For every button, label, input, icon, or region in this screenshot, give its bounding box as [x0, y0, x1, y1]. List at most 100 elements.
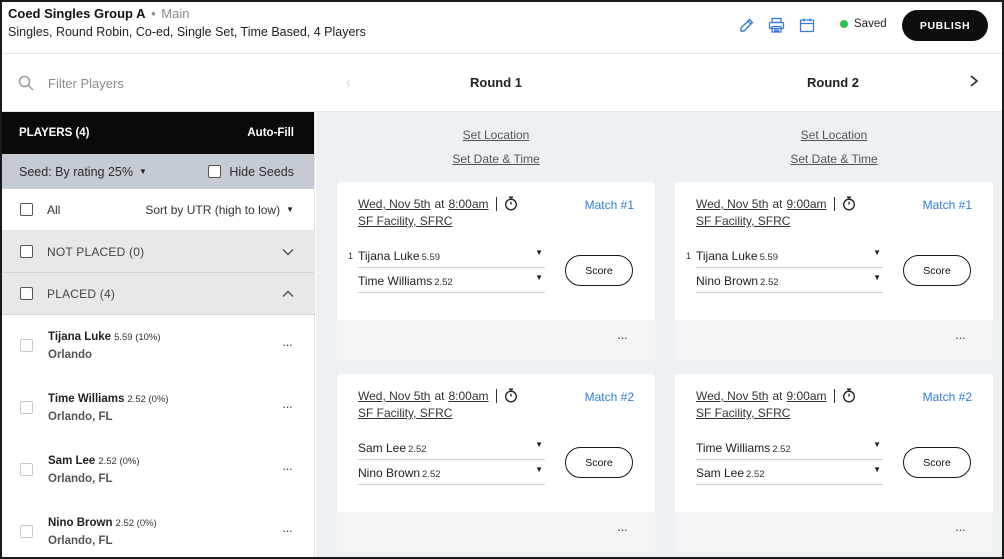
search-icon [18, 75, 34, 91]
match-number[interactable]: Match #1 [585, 198, 634, 212]
score-button[interactable]: Score [903, 255, 971, 286]
more-options-icon[interactable]: ··· [282, 523, 293, 538]
event-title: Coed Singles Group A [8, 6, 146, 21]
player-slot-dropdown[interactable]: Time Williams 2.52 ▼ [358, 270, 545, 293]
chevron-up-icon[interactable] [282, 289, 294, 298]
player-slot-dropdown[interactable]: Nino Brown 2.52 ▼ [358, 462, 545, 485]
more-options-icon[interactable]: ··· [955, 330, 966, 345]
seed-dropdown[interactable]: Seed: By rating 25% ▼ [19, 165, 147, 179]
player-name-row: Time Williams 2.52 (0%) [48, 393, 169, 405]
player-name-row: Sam Lee 2.52 (0%) [48, 455, 140, 467]
calendar-icon[interactable] [799, 17, 817, 35]
match-at: at [434, 196, 445, 211]
match-number[interactable]: Match #2 [585, 390, 634, 404]
player-checkbox[interactable] [20, 401, 33, 414]
slot-player-rating: 2.52 [434, 277, 453, 288]
match-date[interactable]: Wed, Nov 5th [358, 389, 430, 403]
player-checkbox[interactable] [20, 339, 33, 352]
match-date[interactable]: Wed, Nov 5th [696, 389, 768, 403]
match-time[interactable]: 9:00am [787, 197, 827, 211]
player-name: Tijana Luke [48, 331, 112, 343]
match-card-footer: ··· [337, 512, 655, 552]
player-slot-dropdown[interactable]: Nino Brown 2.52 ▼ [696, 270, 883, 293]
score-button[interactable]: Score [565, 255, 633, 286]
not-placed-group[interactable]: NOT PLACED (0) [2, 231, 314, 273]
printer-icon[interactable] [768, 17, 786, 35]
match-time[interactable]: 8:00am [449, 197, 489, 211]
set-location-link[interactable]: Set Location [337, 128, 655, 142]
match-date[interactable]: Wed, Nov 5th [696, 197, 768, 211]
more-options-icon[interactable]: ··· [955, 522, 966, 537]
pencil-icon[interactable] [739, 17, 757, 35]
slot-player: Tijana Luke 5.59 [696, 249, 778, 263]
player-item[interactable]: Tijana Luke 5.59 (10%) Orlando ··· [2, 315, 314, 377]
player-slot-dropdown[interactable]: Sam Lee 2.52 ▼ [358, 437, 545, 460]
auto-fill-button[interactable]: Auto-Fill [247, 127, 294, 139]
player-name: Nino Brown [48, 517, 113, 529]
match-schedule: Wed, Nov 5th at 8:00am [358, 388, 518, 403]
more-options-icon[interactable]: ··· [282, 399, 293, 414]
slot-player-rating: 5.59 [759, 252, 779, 263]
score-button[interactable]: Score [565, 447, 633, 478]
slot-player-name: Sam Lee [358, 441, 407, 455]
divider [833, 196, 835, 211]
slot-player-name: Time Williams [358, 274, 433, 288]
hide-seeds-toggle[interactable]: Hide Seeds [208, 165, 294, 179]
placed-group[interactable]: PLACED (4) [2, 273, 314, 315]
match-time[interactable]: 9:00am [787, 389, 827, 403]
player-slot-dropdown[interactable]: Time Williams 2.52 ▼ [696, 437, 883, 460]
players-count-label: PLAYERS (4) [19, 127, 90, 139]
player-item[interactable]: Nino Brown 2.52 (0%) Orlando, FL ··· [2, 501, 314, 557]
player-slot-dropdown[interactable]: 1 Tijana Luke 5.59 ▼ [348, 245, 545, 268]
player-rating: 5.59 (10%) [114, 332, 161, 343]
more-options-icon[interactable]: ··· [617, 522, 628, 537]
match-facility[interactable]: SF Facility, SFRC [358, 214, 452, 228]
match-date[interactable]: Wed, Nov 5th [358, 197, 430, 211]
header: Coed Singles Group A • Main Singles, Rou… [2, 2, 1002, 54]
slot-player: Nino Brown 2.52 [358, 466, 441, 480]
chevron-down-icon[interactable] [282, 248, 294, 256]
select-all-row: All Sort by UTR (high to low) ▼ [2, 189, 314, 231]
player-slot-dropdown[interactable]: Sam Lee 2.52 ▼ [696, 462, 883, 485]
stopwatch-icon[interactable] [842, 196, 856, 211]
match-number[interactable]: Match #1 [923, 198, 972, 212]
more-options-icon[interactable]: ··· [282, 337, 293, 352]
match-facility[interactable]: SF Facility, SFRC [696, 406, 790, 420]
score-button[interactable]: Score [903, 447, 971, 478]
previous-round-icon[interactable]: ‹ [346, 74, 351, 91]
stopwatch-icon[interactable] [504, 388, 518, 403]
set-location-link[interactable]: Set Location [675, 128, 993, 142]
player-rating: 2.52 (0%) [127, 394, 169, 405]
match-time[interactable]: 8:00am [449, 389, 489, 403]
hide-seeds-checkbox[interactable] [208, 165, 222, 178]
match-number[interactable]: Match #2 [923, 390, 972, 404]
more-options-icon[interactable]: ··· [282, 461, 293, 476]
not-placed-checkbox[interactable] [20, 245, 33, 258]
player-checkbox[interactable] [20, 463, 33, 476]
player-checkbox[interactable] [20, 525, 33, 538]
sort-dropdown[interactable]: Sort by UTR (high to low) ▼ [145, 203, 294, 217]
next-round-icon[interactable] [968, 72, 982, 90]
player-item[interactable]: Sam Lee 2.52 (0%) Orlando, FL ··· [2, 439, 314, 501]
filter-players-input[interactable] [48, 71, 298, 95]
caret-down-icon: ▼ [535, 273, 543, 282]
select-all-checkbox[interactable] [20, 203, 33, 216]
set-date-time-link[interactable]: Set Date & Time [675, 152, 993, 166]
event-description: Singles, Round Robin, Co-ed, Single Set,… [8, 25, 366, 39]
match-facility[interactable]: SF Facility, SFRC [696, 214, 790, 228]
caret-down-icon: ▼ [138, 167, 147, 176]
player-slot-dropdown[interactable]: 1 Tijana Luke 5.59 ▼ [686, 245, 883, 268]
stopwatch-icon[interactable] [842, 388, 856, 403]
match-facility[interactable]: SF Facility, SFRC [358, 406, 452, 420]
publish-button[interactable]: PUBLISH [902, 10, 988, 41]
set-date-time-link[interactable]: Set Date & Time [337, 152, 655, 166]
more-options-icon[interactable]: ··· [617, 330, 628, 345]
slot-player-name: Sam Lee [696, 466, 745, 480]
caret-down-icon: ▼ [535, 465, 543, 474]
player-item[interactable]: Time Williams 2.52 (0%) Orlando, FL ··· [2, 377, 314, 439]
hide-seeds-label: Hide Seeds [229, 164, 294, 179]
stopwatch-icon[interactable] [504, 196, 518, 211]
match-schedule: Wed, Nov 5th at 8:00am [358, 196, 518, 211]
placed-checkbox[interactable] [20, 287, 33, 300]
players-sidebar: PLAYERS (4) Auto-Fill Seed: By rating 25… [2, 112, 315, 557]
